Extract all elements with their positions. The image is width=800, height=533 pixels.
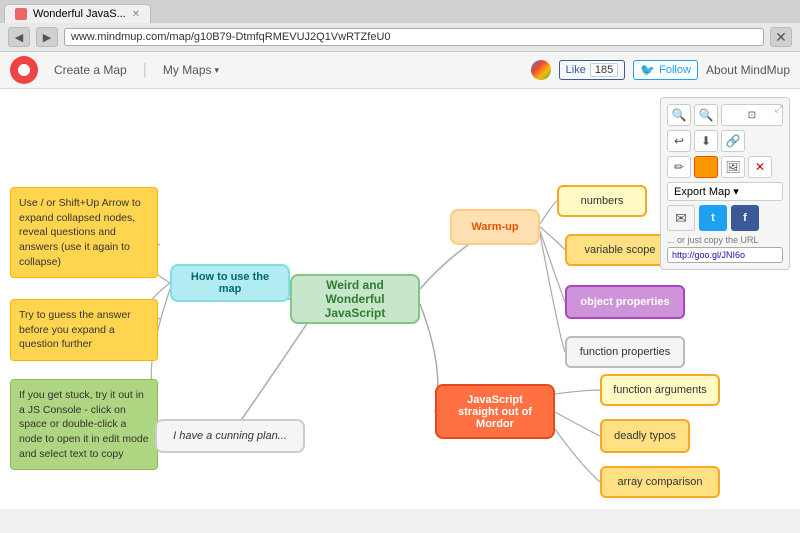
my-maps-link[interactable]: My Maps ▾ [163,63,219,77]
node-funcargs-label: function arguments [613,384,707,396]
node-arraycomp-label: array comparison [618,476,703,488]
sticky-note-2: Try to guess the answer before you expan… [10,299,158,361]
follow-button[interactable]: 🐦 Follow [633,60,698,80]
image-button[interactable]: 🖼 [721,156,745,178]
follow-label: Follow [659,64,691,76]
node-object-properties[interactable]: object properties [565,285,685,319]
browser-tab[interactable]: Wonderful JavaS... ✕ [4,4,151,23]
node-numbers-label: numbers [581,195,624,207]
zoom-row: 🔍 🔍 ⊡ [667,104,783,126]
node-how-to-use-map[interactable]: How to use the map [170,264,290,302]
sticky-note-3: If you get stuck, try it out in a JS Con… [10,379,158,470]
share-email-button[interactable]: ✉ [667,205,695,231]
export-arrow: ▾ [733,185,739,198]
node-numbers[interactable]: numbers [557,185,647,217]
browser-chrome: Wonderful JavaS... ✕ ◀ ▶ www.mindmup.com… [0,0,800,52]
tab-close-button[interactable]: ✕ [132,9,140,20]
node-funcprop-label: function properties [580,346,671,358]
nav-row: ↩ ⬇ 🔗 [667,130,783,152]
node-typos-label: deadly typos [614,430,676,442]
color-button[interactable] [694,156,718,178]
mind-map-canvas: Use / or Shift+Up Arrow to expand collap… [0,89,800,509]
export-map-label: Export Map [674,186,730,198]
zoom-out-button[interactable]: 🔍 [694,104,718,126]
address-bar[interactable]: www.mindmup.com/map/g10B79-DtmfqRMEVUJ2Q… [64,28,764,46]
back-button[interactable]: ◀ [8,27,30,47]
share-facebook-button[interactable]: f [731,205,759,231]
node-central-label: Weird and Wonderful JavaScript [302,278,408,320]
forward-button[interactable]: ▶ [36,27,58,47]
zoom-in-icon: 🔍 [672,108,687,122]
create-map-link[interactable]: Create a Map [54,63,127,77]
my-maps-arrow: ▾ [215,65,220,76]
node-objprop-label: object properties [580,296,669,308]
node-mordor-label: JavaScript straight out of Mordor [447,394,543,430]
url-label: ... or just copy the URL [667,235,783,245]
logo-area [10,56,38,84]
share-twitter-button[interactable]: t [699,205,727,231]
node-array-comparison[interactable]: array comparison [600,466,720,498]
toolbar-right: Like 185 🐦 Follow About MindMup [531,60,790,80]
refresh-button[interactable]: ✕ [770,27,792,47]
tab-bar: Wonderful JavaS... ✕ [0,0,800,23]
about-mindmup-link[interactable]: About MindMup [706,63,790,77]
zoom-in-button[interactable]: 🔍 [667,104,691,126]
tab-title: Wonderful JavaS... [33,8,126,20]
sticky-note-2-text: Try to guess the answer before you expan… [19,309,131,350]
favicon [15,8,27,20]
node-deadly-typos[interactable]: deadly typos [600,419,690,453]
node-warmup-label: Warm-up [471,221,518,233]
node-central[interactable]: Weird and Wonderful JavaScript [290,274,420,324]
node-cunning[interactable]: I have a cunning plan... [155,419,305,453]
google-plus-icon[interactable] [531,60,551,80]
like-button[interactable]: Like 185 [559,60,626,80]
export-map-button[interactable]: Export Map ▾ [667,182,783,201]
node-howto-label: How to use the map [182,271,278,295]
create-map-label: Create a Map [54,63,127,77]
edit-button[interactable]: ✏ [667,156,691,178]
node-mordor[interactable]: JavaScript straight out of Mordor [435,384,555,439]
node-variable-scope[interactable]: variable scope [565,234,675,266]
close-button[interactable]: ✕ [748,156,772,178]
export-row: Export Map ▾ [667,182,783,201]
app-toolbar: Create a Map | My Maps ▾ Like 185 🐦 Foll… [0,52,800,89]
download-button[interactable]: ⬇ [694,130,718,152]
url-copy-box[interactable]: http://goo.gl/JNI6o [667,247,783,263]
fit-button[interactable]: ⊡ [721,104,783,126]
sticky-note-3-text: If you get stuck, try it out in a JS Con… [19,389,149,460]
like-label: Like [566,64,586,76]
like-count: 185 [590,63,618,77]
app-logo-icon [10,56,38,84]
map-toolbar-panel: ⤢ 🔍 🔍 ⊡ ↩ ⬇ 🔗 ✏ 🖼 ✕ Export Map [660,97,790,270]
edit-row: ✏ 🖼 ✕ [667,156,783,178]
sticky-note-1: Use / or Shift+Up Arrow to expand collap… [10,187,158,278]
resize-handle[interactable]: ⤢ [775,104,783,115]
twitter-icon: 🐦 [640,63,655,77]
fit-icon: ⊡ [748,110,756,121]
my-maps-label: My Maps [163,63,212,77]
zoom-out-icon: 🔍 [699,108,714,122]
node-function-properties[interactable]: function properties [565,336,685,368]
undo-button[interactable]: ↩ [667,130,691,152]
link-button[interactable]: 🔗 [721,130,745,152]
share-row: ✉ t f [667,205,783,231]
node-varscope-label: variable scope [585,244,656,256]
node-cunning-label: I have a cunning plan... [173,430,287,442]
node-warmup[interactable]: Warm-up [450,209,540,245]
node-function-arguments[interactable]: function arguments [600,374,720,406]
toolbar-separator: | [143,61,147,79]
sticky-note-1-text: Use / or Shift+Up Arrow to expand collap… [19,197,141,268]
address-bar-row: ◀ ▶ www.mindmup.com/map/g10B79-DtmfqRMEV… [0,23,800,51]
